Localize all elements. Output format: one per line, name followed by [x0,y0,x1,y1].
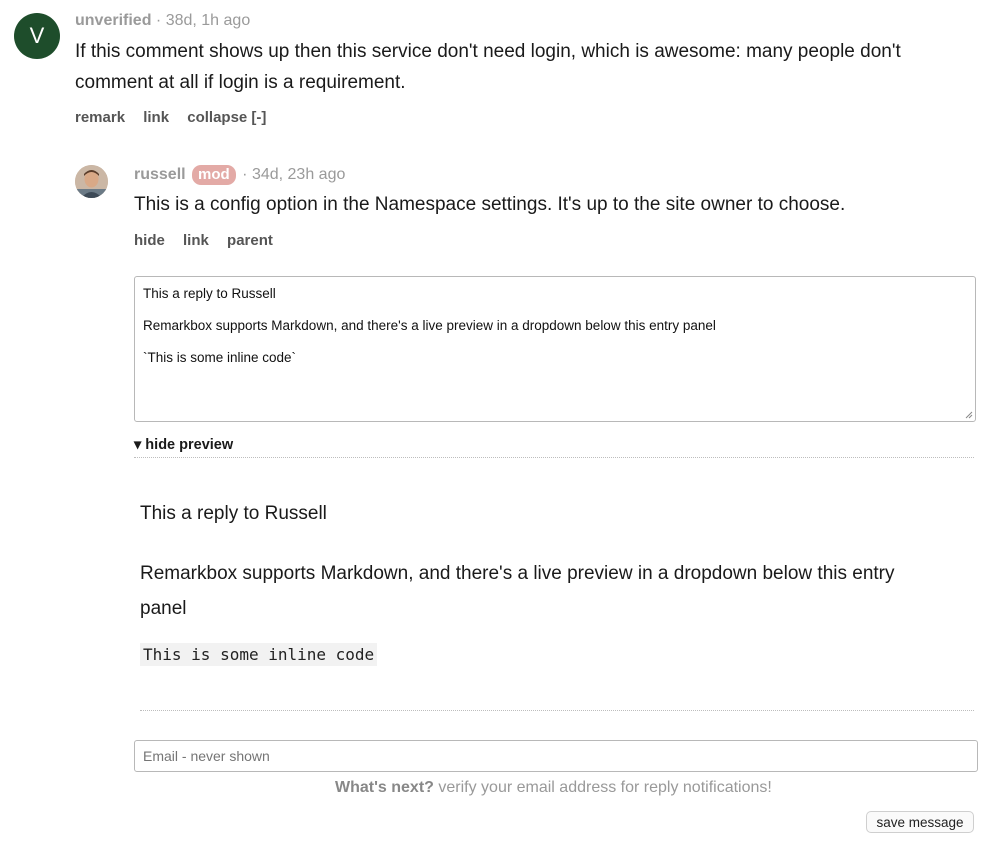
preview-paragraph: Remarkbox supports Markdown, and there's… [140,556,895,626]
next-steps-text: verify your email address for reply noti… [433,779,772,796]
resize-handle-icon[interactable] [963,409,973,419]
comment-time[interactable]: · 34d, 23h ago [238,166,345,183]
comment-body: If this comment shows up then this servi… [75,36,901,98]
inline-code: This is some inline code [140,643,378,666]
user-avatar-icon [75,165,108,198]
reply-text-line: This a reply to Russell [143,286,276,301]
reply-text-line: Remarkbox supports Markdown, and there's… [143,318,716,333]
preview-paragraph: This a reply to Russell [140,503,327,524]
permalink-link[interactable]: link [183,232,209,249]
comment-body: This is a config option in the Namespace… [134,194,846,215]
preview-toggle[interactable]: ▾ hide preview [134,437,233,453]
email-input[interactable] [134,740,978,772]
divider [140,710,974,711]
comment-meta: russell mod · 34d, 23h ago [134,165,345,185]
parent-link[interactable]: parent [227,232,273,249]
reply-textarea[interactable]: This a reply to Russell Remarkbox suppor… [134,276,976,422]
comment-author[interactable]: russell [134,166,186,183]
divider [134,457,974,458]
collapse-link[interactable]: collapse [-] [187,109,266,126]
comment-body-line: If this comment shows up then this servi… [75,41,901,62]
comment-body-line: comment at all if login is a requirement… [75,72,406,93]
reply-text-line: `This is some inline code` [143,350,297,365]
mod-badge: mod [192,165,236,185]
comment-meta: unverified · 38d, 1h ago [75,12,250,30]
next-steps-hint: What's next? verify your email address f… [335,779,772,797]
save-message-button[interactable]: save message [866,811,974,833]
preview-line: panel [140,598,187,619]
comment-actions: hide link parent [134,232,287,249]
preview-code-block: This is some inline code [140,643,378,666]
avatar: V [14,13,60,59]
remark-link[interactable]: remark [75,109,125,126]
hide-link[interactable]: hide [134,232,165,249]
comment-time[interactable]: · 38d, 1h ago [151,12,250,29]
preview-line: Remarkbox supports Markdown, and there's… [140,563,895,584]
avatar [75,165,108,198]
comment-author[interactable]: unverified [75,12,151,29]
comment-actions: remark link collapse [-] [75,109,280,126]
next-steps-title: What's next? [335,779,434,796]
permalink-link[interactable]: link [143,109,169,126]
